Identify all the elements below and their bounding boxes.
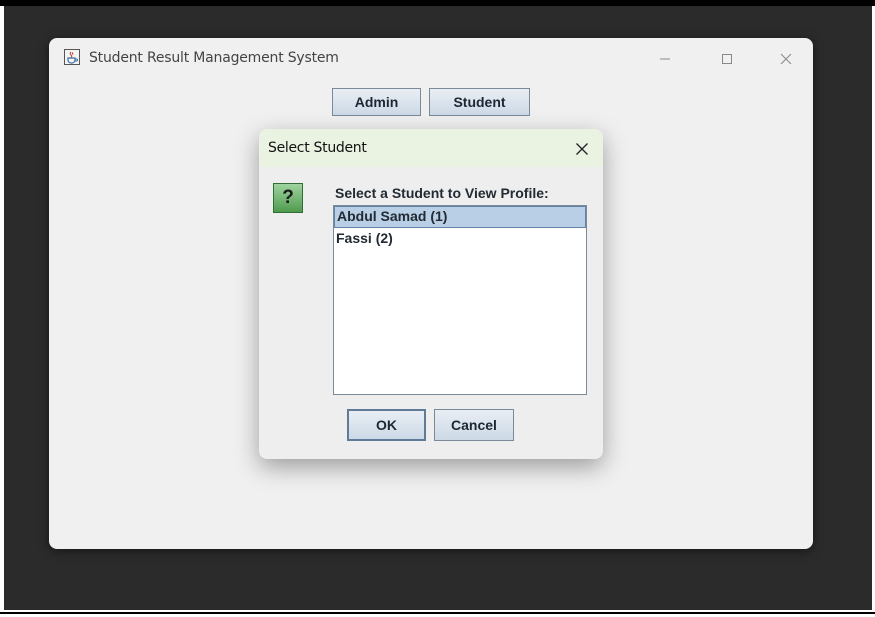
maximize-icon: [722, 54, 732, 64]
close-icon: [576, 143, 588, 155]
window-title: Student Result Management System: [89, 50, 339, 66]
main-window-titlebar[interactable]: Student Result Management System: [49, 38, 813, 80]
prompt-label: Select a Student to View Profile:: [335, 185, 549, 201]
list-item-student-1[interactable]: Abdul Samad (1): [334, 206, 586, 228]
student-list[interactable]: Abdul Samad (1) Fassi (2): [333, 205, 587, 395]
close-button[interactable]: [771, 46, 801, 72]
main-window: Student Result Management System Admin S…: [49, 38, 813, 549]
dialog-close-button[interactable]: [569, 137, 595, 161]
minimize-icon: [660, 58, 670, 60]
list-item-student-2[interactable]: Fassi (2): [334, 228, 586, 250]
screen-bottom-border: [0, 612, 875, 614]
maximize-button[interactable]: [712, 46, 742, 72]
admin-button[interactable]: Admin: [332, 88, 421, 116]
java-cup-icon: [64, 49, 80, 65]
cancel-button[interactable]: Cancel: [434, 409, 514, 441]
question-icon: ?: [273, 183, 303, 213]
student-button[interactable]: Student: [429, 88, 530, 116]
dialog-titlebar[interactable]: Select Student: [259, 129, 603, 167]
close-icon: [780, 53, 792, 65]
minimize-button[interactable]: [650, 46, 680, 72]
ok-button[interactable]: OK: [347, 409, 426, 441]
dialog-title: Select Student: [268, 140, 367, 156]
question-glyph: ?: [282, 187, 294, 208]
select-student-dialog: Select Student ? Select a Student to Vie…: [259, 129, 603, 459]
